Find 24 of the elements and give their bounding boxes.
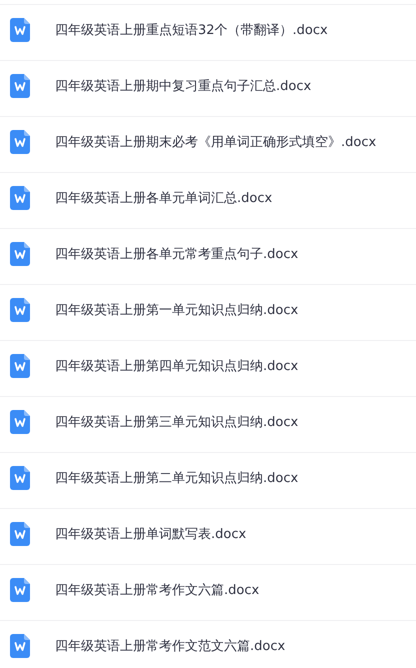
word-document-icon: [10, 410, 30, 434]
word-document-icon: [10, 74, 30, 98]
word-document-icon: [10, 466, 30, 490]
file-name[interactable]: 四年级英语上册各单元常考重点句子.docx: [55, 244, 298, 262]
word-document-icon: [10, 242, 30, 266]
word-document-icon: [10, 354, 30, 378]
file-name[interactable]: 四年级英语上册常考作文范文六篇.docx: [55, 636, 286, 654]
file-name[interactable]: 四年级英语上册各单元单词汇总.docx: [55, 188, 272, 206]
file-name[interactable]: 四年级英语上册单词默写表.docx: [55, 524, 246, 542]
file-name[interactable]: 四年级英语上册期末必考《用单词正确形式填空》.docx: [55, 132, 376, 150]
file-name[interactable]: 四年级英语上册第四单元知识点归纳.docx: [55, 356, 298, 374]
file-name[interactable]: 四年级英语上册第一单元知识点归纳.docx: [55, 300, 298, 318]
word-document-icon: [10, 130, 30, 154]
file-name[interactable]: 四年级英语上册期中复习重点句子汇总.docx: [55, 76, 312, 94]
file-name[interactable]: 四年级英语上册第三单元知识点归纳.docx: [55, 412, 298, 430]
file-name[interactable]: 四年级英语上册常考作文六篇.docx: [55, 580, 260, 598]
file-name[interactable]: 四年级英语上册重点短语32个（带翻译）.docx: [55, 20, 328, 38]
word-document-icon: [10, 522, 30, 546]
word-document-icon: [10, 18, 30, 42]
word-document-icon: [10, 298, 30, 322]
word-document-icon: [10, 578, 30, 602]
word-document-icon: [10, 186, 30, 210]
word-document-icon: [10, 634, 30, 658]
file-name[interactable]: 四年级英语上册第二单元知识点归纳.docx: [55, 468, 298, 486]
